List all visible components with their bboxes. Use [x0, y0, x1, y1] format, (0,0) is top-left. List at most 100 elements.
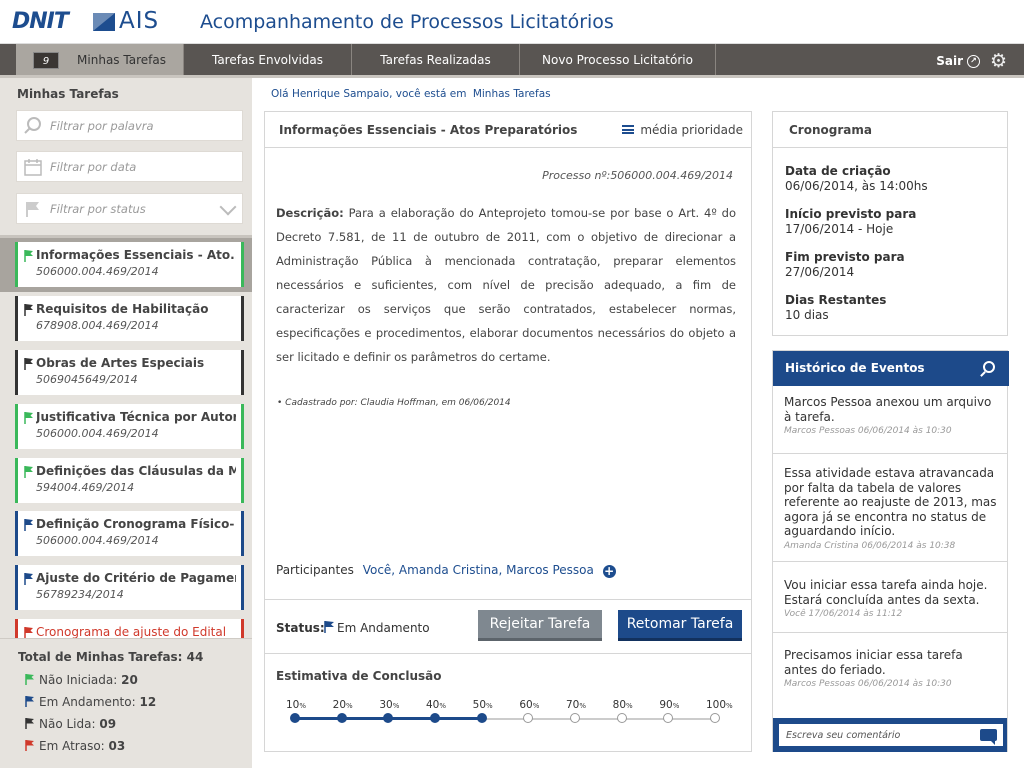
- estimate-step-label: 70%: [566, 699, 587, 711]
- history-event: Vou iniciar essa tarefa ainda hoje. Esta…: [784, 578, 998, 619]
- total-value: 12: [139, 695, 157, 709]
- add-participant-icon[interactable]: +: [602, 565, 616, 578]
- estimate-step-dot[interactable]: [616, 713, 627, 723]
- estimate-step-dot[interactable]: [383, 713, 394, 723]
- send-comment-icon[interactable]: [980, 729, 997, 745]
- estimate-title: Estimativa de Conclusão: [276, 669, 442, 683]
- estimate-step-dot[interactable]: [430, 713, 440, 723]
- task-list-item[interactable]: Requisitos de Habilitação 678908.004.469/…: [15, 296, 244, 341]
- ais-logo-icon: [93, 13, 115, 31]
- estimate-step-label: 100%: [706, 699, 733, 711]
- task-number: 678908.004.469/2014: [36, 319, 159, 332]
- crono-end: Fim previsto para 27/06/2014: [785, 250, 905, 279]
- total-value: 09: [99, 717, 117, 731]
- flag-icon: [25, 740, 34, 751]
- search-icon[interactable]: [983, 361, 995, 373]
- crono-value: 27/06/2014: [785, 265, 855, 279]
- task-name: Informações Essenciais - Ato...: [36, 248, 236, 262]
- crono-value: 10 dias: [785, 308, 829, 322]
- breadcrumb-prefix: Olá Henrique Sampaio, você está em: [271, 88, 467, 100]
- ais-logo: AIS: [119, 8, 160, 34]
- status-label: Status:: [276, 621, 325, 635]
- estimate-step-dot[interactable]: [290, 713, 300, 723]
- breadcrumb-current[interactable]: Minhas Tarefas: [473, 88, 551, 100]
- comment-bar: Escreva seu comentário: [773, 718, 1007, 752]
- task-name: Cronograma de ajuste do Edital: [36, 625, 227, 638]
- chevron-down-icon: [219, 198, 237, 216]
- estimate-step-dot[interactable]: [663, 713, 674, 723]
- task-list: Informações Essenciais - Ato... 506000.00…: [0, 238, 252, 638]
- task-name: Obras de Artes Especiais: [36, 356, 205, 370]
- flag-icon: [24, 573, 33, 585]
- event-meta: Marcos Pessoas 06/06/2014 às 10:30: [784, 426, 952, 436]
- total-label: Não Iniciada:: [39, 673, 118, 687]
- task-list-item[interactable]: Definição Cronograma Físico- F... 506000.…: [15, 511, 244, 556]
- dnit-logo: DNIT: [12, 9, 69, 34]
- flag-icon: [24, 358, 33, 370]
- estimate-step-dot[interactable]: [336, 713, 347, 723]
- divider: [265, 599, 751, 600]
- filter-date-input[interactable]: Filtrar por data: [16, 151, 243, 182]
- exit-button[interactable]: Sair ↗: [936, 44, 980, 79]
- search-icon: [24, 117, 41, 134]
- total-row: Não Lida: 09: [25, 717, 116, 731]
- resume-task-button[interactable]: Retomar Tarefa: [618, 610, 742, 641]
- flag-icon: [24, 304, 33, 316]
- reject-task-button[interactable]: Rejeitar Tarefa: [478, 610, 602, 641]
- event-divider: [773, 450, 1007, 458]
- status-text: Em Andamento: [337, 621, 430, 635]
- total-row: Não Iniciada: 20: [25, 673, 138, 687]
- event-text: Marcos Pessoa anexou um arquivo à tarefa…: [784, 395, 992, 424]
- crono-label: Fim previsto para: [785, 250, 905, 264]
- task-list-item[interactable]: Obras de Artes Especiais 5069045649/2014: [15, 350, 244, 395]
- history-event: Marcos Pessoa anexou um arquivo à tarefa…: [784, 395, 998, 436]
- task-list-item[interactable]: Ajuste do Critério de Pagamento 56789234/…: [15, 565, 244, 610]
- event-meta: Amanda Cristina 06/06/2014 às 10:38: [784, 540, 956, 551]
- tab-tarefas-envolvidas[interactable]: Tarefas Envolvidas: [184, 44, 352, 75]
- task-number: 506000.004.469/2014: [36, 427, 159, 440]
- gear-icon[interactable]: ⚙: [990, 52, 1008, 71]
- flag-icon: [25, 696, 34, 707]
- estimate-step-label: 90%: [659, 699, 680, 711]
- task-number: 5069045649/2014: [36, 373, 138, 386]
- filter-status-select[interactable]: Filtrar por status: [16, 193, 243, 224]
- task-list-item[interactable]: Justificativa Técnica por Autor... 506000…: [15, 404, 244, 449]
- estimate-step-dot[interactable]: [710, 713, 720, 723]
- tab-minhas-tarefas[interactable]: 9 Minhas Tarefas: [16, 44, 184, 75]
- priority-indicator: média prioridade: [622, 123, 743, 137]
- sidebar: Minhas Tarefas Filtrar por palavra Filtr…: [0, 78, 252, 768]
- estimate-step-label: 20%: [332, 699, 353, 711]
- estimate-step-dot[interactable]: [476, 713, 487, 723]
- task-list-item[interactable]: Definições das Cláusulas da Mi... 594004.…: [15, 458, 244, 503]
- filter-word-input[interactable]: Filtrar por palavra: [16, 110, 243, 141]
- event-divider: [773, 558, 1007, 566]
- task-name: Requisitos de Habilitação: [36, 302, 209, 316]
- task-list-item[interactable]: Informações Essenciais - Ato... 506000.00…: [15, 242, 244, 287]
- task-list-item[interactable]: Cronograma de ajuste do Edital: [15, 619, 244, 638]
- task-number: 56789234/2014: [36, 588, 124, 601]
- card-header: Informações Essenciais - Atos Preparatór…: [265, 112, 751, 148]
- crono-start: Início previsto para 17/06/2014 - Hoje: [785, 207, 916, 236]
- total-value: 20: [121, 673, 138, 687]
- description-label: Descrição:: [276, 206, 344, 220]
- event-text: Vou iniciar essa tarefa ainda hoje. Esta…: [784, 578, 988, 607]
- tab-novo-processo[interactable]: Novo Processo Licitatório: [520, 44, 716, 75]
- task-description: Descrição: Para a elaboração do Anteproj…: [276, 201, 736, 369]
- filter-status-placeholder: Filtrar por status: [50, 202, 146, 216]
- comment-input[interactable]: Escreva seu comentário: [778, 723, 1004, 747]
- flag-icon: [24, 466, 33, 478]
- calendar-icon: [24, 159, 42, 176]
- tab-tarefas-realizadas[interactable]: Tarefas Realizadas: [352, 44, 520, 75]
- task-count-badge: 9: [33, 52, 60, 69]
- task-title: Informações Essenciais - Atos Preparatór…: [279, 123, 578, 137]
- tab-label: Tarefas Realizadas: [380, 53, 491, 67]
- participants-names[interactable]: Você, Amanda Cristina, Marcos Pessoa: [363, 563, 594, 577]
- estimate-step-dot[interactable]: [523, 713, 534, 723]
- crono-created: Data de criação 06/06/2014, às 14:00hs: [785, 164, 928, 193]
- event-meta: Marcos Pessoas 06/06/2014 às 10:30: [784, 679, 952, 689]
- created-by: • Cadastrado por: Claudia Hoffman, em 06…: [277, 398, 511, 408]
- estimate-step-dot[interactable]: [570, 713, 580, 723]
- flag-icon: [25, 718, 34, 729]
- exit-icon: ↗: [967, 55, 980, 68]
- total-row: Em Andamento: 12: [25, 695, 156, 709]
